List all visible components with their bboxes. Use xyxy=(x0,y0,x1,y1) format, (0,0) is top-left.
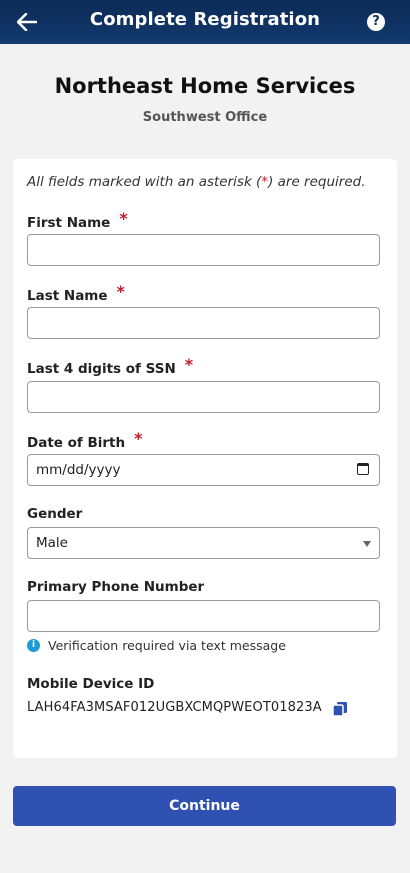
last-name-field[interactable] xyxy=(27,307,380,339)
required-star: * xyxy=(116,282,125,301)
required-star: * xyxy=(184,355,194,374)
phone-label: Primary Phone Number xyxy=(27,579,205,595)
copy-icon[interactable] xyxy=(332,701,348,717)
ssn-field[interactable] xyxy=(27,381,380,413)
required-note: All fields marked with an asterisk (*) a… xyxy=(27,174,366,190)
required-star: * xyxy=(134,429,143,448)
ssn-label: Last 4 digits of SSN * xyxy=(27,355,194,377)
registration-form: All fields marked with an asterisk (*) a… xyxy=(13,159,397,758)
info-circle-icon: i xyxy=(27,639,40,652)
office-name: Southwest Office xyxy=(142,110,268,125)
help-button[interactable]: ? xyxy=(367,13,385,31)
last-name-label: Last Name * xyxy=(27,282,125,304)
required-star: * xyxy=(119,209,128,228)
first-name-label: First Name * xyxy=(27,209,128,231)
device-id-label: Mobile Device ID xyxy=(27,676,155,692)
gender-label: Gender xyxy=(27,506,83,522)
device-id-value: LAH64FA3MSAF012UGBXCMQPWEOT01823A xyxy=(27,700,322,715)
phone-hint: i Verification required via text message xyxy=(27,638,286,653)
header-title: Complete Registration xyxy=(89,9,321,30)
gender-select[interactable]: Male xyxy=(27,527,380,559)
chevron-down-icon xyxy=(363,541,371,547)
calendar-icon[interactable] xyxy=(357,463,369,475)
dob-field[interactable]: mm/dd/yyyy xyxy=(27,454,380,486)
app-header: Complete Registration ? xyxy=(0,0,410,44)
question-circle-icon: ? xyxy=(372,14,380,29)
first-name-field[interactable] xyxy=(27,234,380,266)
continue-button[interactable]: Continue xyxy=(13,786,396,826)
organization-name: Northeast Home Services xyxy=(54,74,356,98)
phone-field[interactable] xyxy=(27,600,380,632)
dob-label: Date of Birth * xyxy=(27,429,143,451)
